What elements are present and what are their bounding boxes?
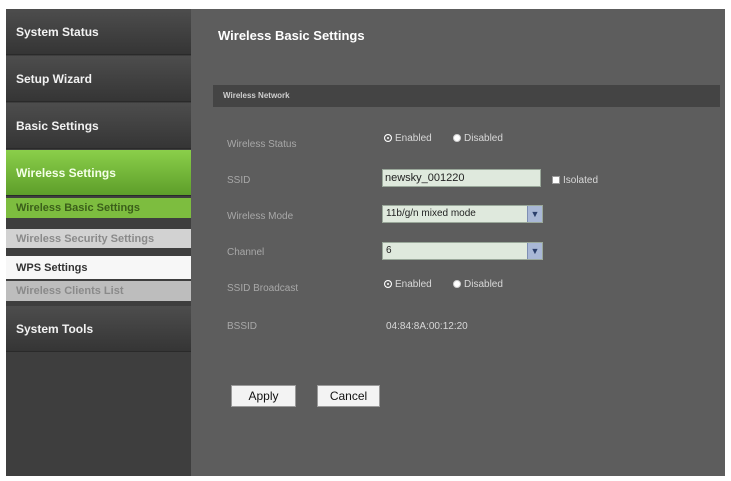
ssid-label: SSID	[227, 175, 251, 186]
section-header: Wireless Network	[213, 85, 720, 107]
sidebar-item-system-tools[interactable]: System Tools	[6, 306, 191, 352]
ssid-broadcast-disabled-option[interactable]: Disabled	[453, 279, 503, 290]
radio-enabled-label: Enabled	[395, 133, 432, 144]
isolated-option[interactable]: Isolated	[552, 175, 598, 186]
router-admin-window: System Status Setup Wizard Basic Setting…	[6, 9, 725, 476]
wireless-status-enabled-option[interactable]: Enabled	[384, 133, 432, 144]
radio-disabled-label: Disabled	[464, 133, 503, 144]
sidebar-subitem-label: Wireless Basic Settings	[16, 202, 141, 214]
ssid-broadcast-enabled-option[interactable]: Enabled	[384, 279, 432, 290]
channel-select[interactable]: 6 ▼	[382, 242, 543, 260]
radio-disabled[interactable]	[453, 280, 461, 289]
wireless-mode-value: 11b/g/n mixed mode	[386, 208, 476, 219]
radio-disabled-label: Disabled	[464, 279, 503, 290]
chevron-down-icon[interactable]: ▼	[527, 243, 542, 259]
chevron-down-icon[interactable]: ▼	[527, 206, 542, 222]
radio-enabled[interactable]	[384, 134, 392, 143]
ssid-broadcast-label: SSID Broadcast	[227, 283, 299, 294]
channel-label: Channel	[227, 247, 265, 258]
sidebar-item-basic-settings[interactable]: Basic Settings	[6, 103, 191, 149]
wireless-status-disabled-option[interactable]: Disabled	[453, 133, 503, 144]
sidebar-item-label: System Status	[16, 24, 99, 39]
sidebar-item-system-status[interactable]: System Status	[6, 9, 191, 55]
isolated-checkbox[interactable]	[552, 176, 560, 185]
sidebar-subitem-wps-settings[interactable]: WPS Settings	[6, 256, 191, 279]
sidebar-subitem-wireless-basic-settings[interactable]: Wireless Basic Settings	[6, 198, 191, 218]
radio-enabled[interactable]	[384, 280, 392, 289]
wireless-mode-select[interactable]: 11b/g/n mixed mode ▼	[382, 205, 543, 223]
radio-disabled[interactable]	[453, 134, 461, 143]
radio-enabled-label: Enabled	[395, 279, 432, 290]
isolated-label: Isolated	[563, 175, 599, 186]
sidebar-subitem-label: WPS Settings	[16, 261, 88, 274]
bssid-value: 04:84:8A:00:12:20	[386, 321, 468, 332]
wireless-status-label: Wireless Status	[227, 139, 297, 150]
sidebar-item-setup-wizard[interactable]: Setup Wizard	[6, 56, 191, 102]
sidebar-subitem-label: Wireless Security Settings	[16, 232, 155, 245]
sidebar-subitem-label: Wireless Clients List	[16, 285, 124, 297]
cancel-button[interactable]: Cancel	[317, 385, 380, 407]
section-title: Wireless Network	[223, 91, 290, 100]
ssid-input[interactable]	[382, 169, 541, 187]
bssid-label: BSSID	[227, 321, 258, 332]
page-title: Wireless Basic Settings	[218, 28, 365, 43]
main-panel: Wireless Basic Settings Wireless Network…	[191, 9, 725, 476]
wireless-mode-label: Wireless Mode	[227, 211, 294, 222]
sidebar-item-label: System Tools	[16, 321, 94, 336]
sidebar-item-label: Basic Settings	[16, 118, 99, 133]
sidebar-item-label: Setup Wizard	[16, 71, 92, 86]
sidebar-subitem-wireless-clients-list[interactable]: Wireless Clients List	[6, 281, 191, 301]
apply-button[interactable]: Apply	[231, 385, 296, 407]
sidebar-subitem-wireless-security-settings[interactable]: Wireless Security Settings	[6, 229, 191, 248]
sidebar: System Status Setup Wizard Basic Setting…	[6, 9, 191, 476]
sidebar-item-wireless-settings[interactable]: Wireless Settings	[6, 150, 191, 196]
channel-value: 6	[386, 245, 392, 256]
sidebar-item-label: Wireless Settings	[16, 165, 116, 180]
